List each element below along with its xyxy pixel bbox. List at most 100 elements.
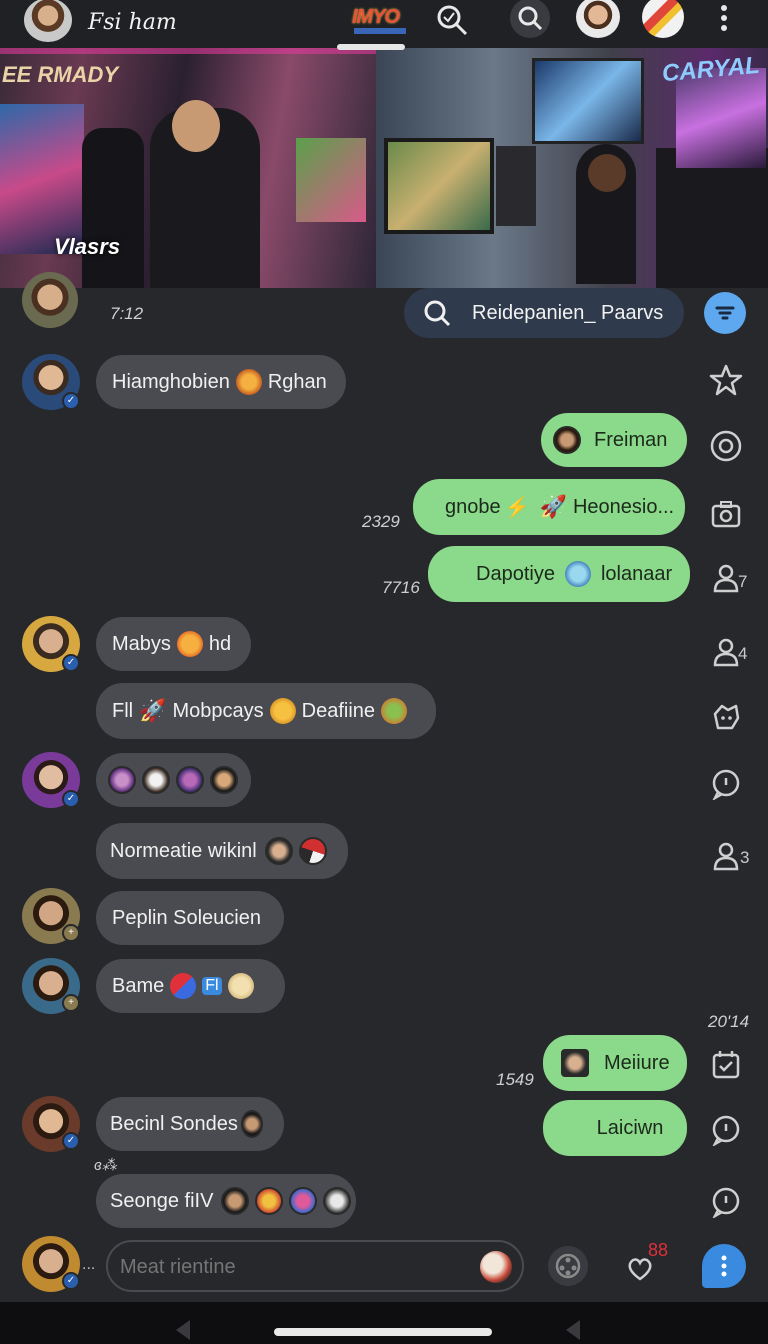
message-bubble[interactable]: Freiman <box>541 413 687 467</box>
recents-icon[interactable] <box>566 1320 580 1340</box>
gaming-banner[interactable]: EE RMADY Vlasrs CARYAL <box>0 48 768 288</box>
message-bubble[interactable]: Fll 🚀 Mobpcays Deafiine <box>96 683 436 739</box>
verified-badge: ✓ <box>62 1272 80 1290</box>
member-count: 3 <box>740 848 750 867</box>
message-bubble[interactable]: Seonge fiIV <box>96 1174 356 1228</box>
message-bubble[interactable]: Meiiure <box>543 1035 687 1091</box>
back-icon[interactable] <box>176 1320 190 1340</box>
message-bubble[interactable]: Mabys hd <box>96 617 251 671</box>
member-count: 4 <box>738 644 748 663</box>
calendar-check-icon[interactable] <box>706 1044 746 1084</box>
stories-avatar[interactable] <box>642 0 684 38</box>
sender-face-icon <box>561 1049 589 1077</box>
media-reel-icon[interactable] <box>548 1246 588 1286</box>
message-text: Mabys <box>112 632 171 655</box>
sticker-icon[interactable] <box>706 696 746 736</box>
pill-emoji-icon <box>170 973 197 999</box>
message-bubble[interactable]: Laiciwn <box>543 1100 687 1156</box>
participant-face-icon <box>210 766 238 794</box>
star-icon[interactable] <box>706 360 746 400</box>
message-bubble[interactable]: Normeatie wikinl <box>96 823 348 879</box>
chat-app: Fsi ham IMYO EE RMADY Vlasrs CARYAL 7:12… <box>0 0 768 1344</box>
message-text: Meiiure <box>604 1051 670 1074</box>
message-text: gnobe <box>445 495 501 518</box>
participant-face-icon <box>221 1187 250 1215</box>
top-bar: Fsi ham IMYO <box>0 0 768 48</box>
rocket-emoji-icon: 🚀 <box>139 698 167 723</box>
emoji-picker-icon[interactable] <box>480 1251 512 1283</box>
message-text: Rghan <box>267 370 327 393</box>
participant-face-icon <box>289 1187 318 1215</box>
message-bubble[interactable]: gnobe ⚡ 🚀 Heonesio... <box>413 479 685 535</box>
rocket-emoji-icon: 🚀 <box>539 494 567 519</box>
participant-face-icon <box>323 1187 352 1215</box>
brand-logo: IMYO <box>352 6 400 28</box>
message-bubble[interactable]: Hiamghobien Rghan <box>96 355 346 409</box>
verified-badge: ✓ <box>62 1132 80 1150</box>
more-options-icon[interactable] <box>704 0 744 38</box>
banner-left-image: EE RMADY Vlasrs <box>0 48 376 288</box>
message-text: Freiman <box>594 428 668 451</box>
message-bubble[interactable] <box>96 753 251 807</box>
message-text: Laiciwn <box>596 1116 664 1139</box>
message-text: Fll <box>112 699 134 722</box>
message-bubble[interactable]: Bame Fl <box>96 959 285 1013</box>
smirk-emoji-icon <box>269 698 296 724</box>
message-composer[interactable] <box>106 1240 524 1292</box>
chat-bubble-icon[interactable] <box>706 1110 746 1150</box>
message-time: 1549 <box>496 1070 534 1089</box>
search-icon[interactable] <box>510 0 550 38</box>
message-text: Hiamghobien <box>112 370 230 393</box>
typing-indicator: ɞ⁂ <box>94 1157 117 1174</box>
participant-face-icon <box>264 837 293 865</box>
composer-dots: ... <box>82 1256 96 1273</box>
search-zoom-icon[interactable] <box>432 0 472 40</box>
search-chat-pill[interactable]: Reidepanien_ Paarvs <box>404 288 684 338</box>
message-bubble[interactable]: Peplin Soleucien <box>96 891 284 945</box>
message-bubble[interactable]: Dapotiye lolanaar <box>428 546 690 602</box>
home-gesture-pill[interactable] <box>274 1328 492 1336</box>
angry-face-emoji-icon <box>176 631 203 657</box>
notification-count: 88 <box>648 1240 669 1260</box>
lightning-emoji-icon: ⚡ <box>504 496 530 519</box>
message-text: hd <box>208 632 232 655</box>
more-actions-button[interactable] <box>702 1244 746 1288</box>
verified-badge: ✓ <box>62 654 80 672</box>
system-nav-bar <box>0 1302 768 1344</box>
chat-bubble-icon[interactable] <box>706 764 746 804</box>
send-filter-icon[interactable] <box>704 292 746 334</box>
banner-caption: Vlasrs <box>54 234 121 259</box>
message-time: 20'14 <box>708 1012 750 1031</box>
verified-badge: ✓ <box>62 790 80 808</box>
message-text: Deafiine <box>301 699 376 722</box>
burger-emoji-icon <box>235 369 262 395</box>
search-icon <box>424 300 451 327</box>
verified-badge: ✓ <box>62 392 80 410</box>
target-icon[interactable] <box>706 426 746 466</box>
message-text: Becinl Sondes <box>110 1112 238 1135</box>
message-text: Normeatie wikinl <box>110 839 257 862</box>
message-text: Bame <box>112 974 165 997</box>
message-time: 2329 <box>362 512 400 531</box>
burger-emoji-icon <box>381 698 408 724</box>
participant-face-icon <box>108 766 136 794</box>
message-text: Dapotiye <box>476 562 555 585</box>
plus-badge: + <box>62 994 80 1012</box>
brand-logo-sub <box>354 28 406 34</box>
contact-avatar[interactable] <box>22 272 78 328</box>
tag-text: Fl <box>202 977 222 995</box>
sender-face-icon <box>553 426 581 454</box>
camera-icon[interactable] <box>706 494 746 534</box>
message-bubble[interactable]: Becinl Sondes <box>96 1097 284 1151</box>
search-chat-label: Reidepanien_ Paarvs <box>472 301 664 324</box>
message-text: lolanaar <box>600 562 673 585</box>
banner-right-image: CARYAL <box>376 48 768 288</box>
chat-title: Fsi ham <box>88 10 177 35</box>
chat-bubble-icon[interactable] <box>706 1182 746 1222</box>
user-avatar[interactable] <box>24 0 72 42</box>
message-text: Peplin Soleucien <box>112 906 261 929</box>
message-input[interactable] <box>120 1252 460 1282</box>
message-text: Seonge fiIV <box>110 1189 214 1212</box>
participant-face-icon <box>176 766 204 794</box>
profile-avatar[interactable] <box>576 0 620 38</box>
